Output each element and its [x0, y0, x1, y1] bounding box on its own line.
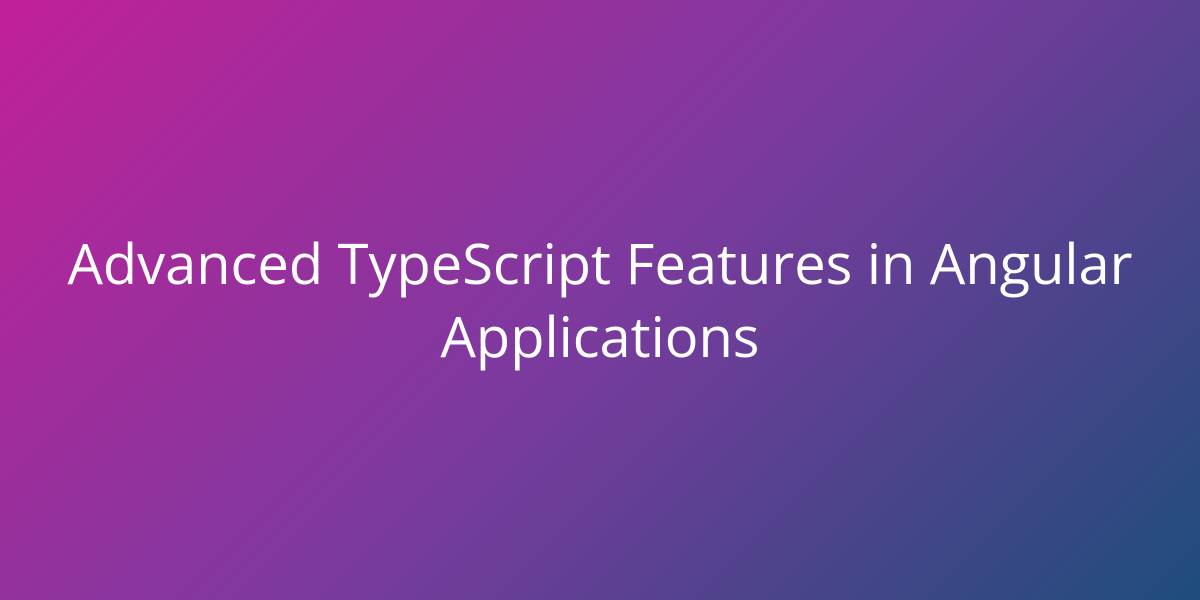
hero-banner: Advanced TypeScript Features in Angular …	[0, 0, 1200, 600]
page-title: Advanced TypeScript Features in Angular …	[60, 227, 1140, 373]
